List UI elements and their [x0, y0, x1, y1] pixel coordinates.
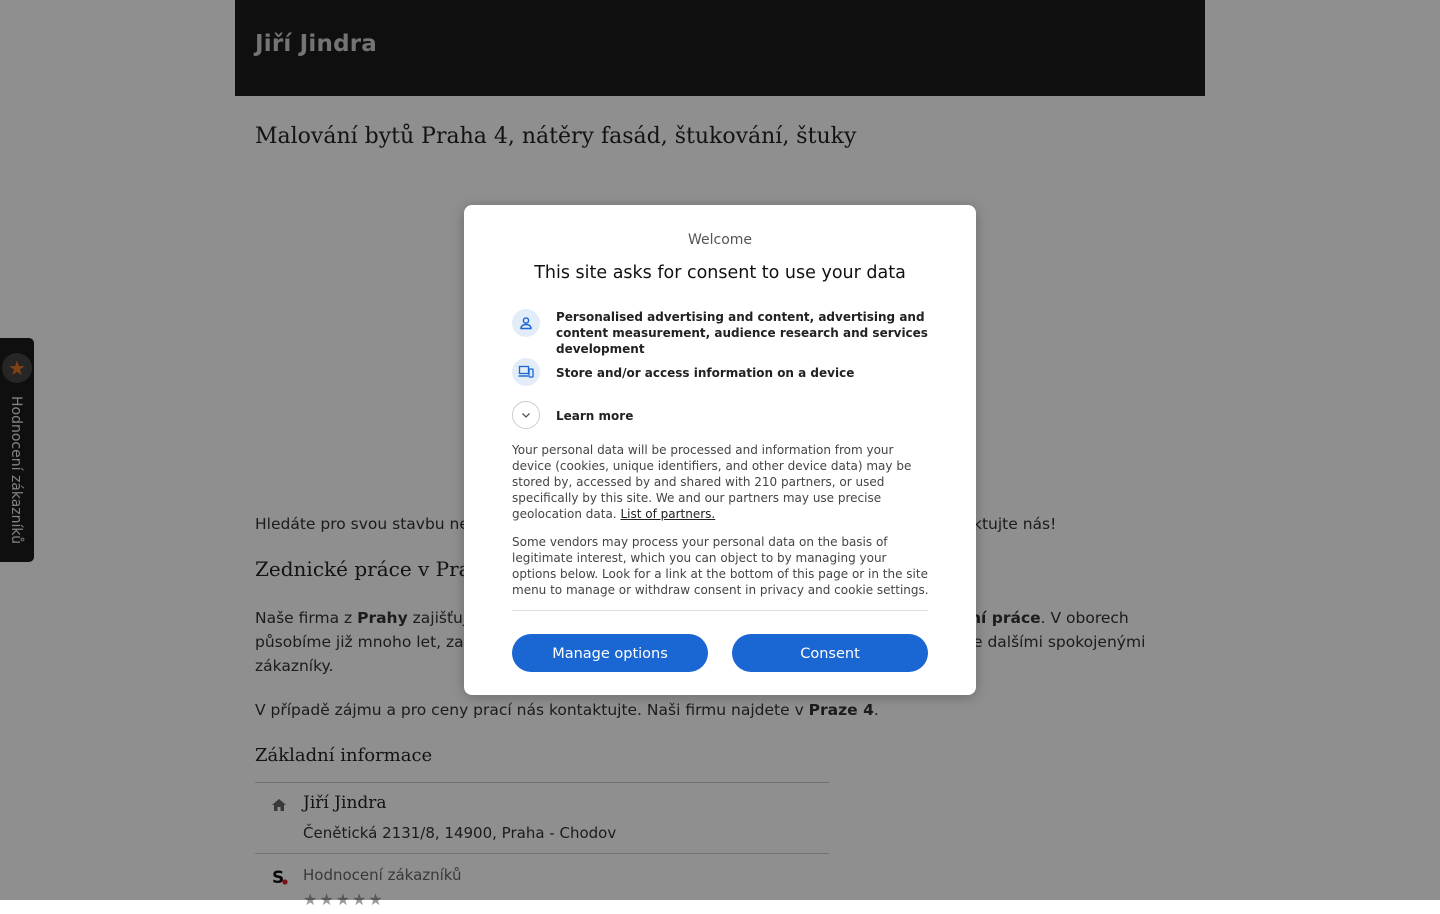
- dialog-title: This site asks for consent to use your d…: [534, 263, 906, 283]
- purpose-text: Store and/or access information on a dev…: [556, 366, 855, 380]
- consent-dialog: Welcome This site asks for consent to us…: [464, 205, 976, 695]
- manage-options-button[interactable]: Manage options: [512, 634, 708, 672]
- consent-button[interactable]: Consent: [732, 634, 928, 672]
- consent-body-text: Your personal data will be processed and…: [512, 442, 930, 522]
- devices-icon: [512, 358, 540, 386]
- dialog-divider: [512, 610, 928, 611]
- person-icon: [512, 309, 540, 337]
- chevron-down-icon[interactable]: [512, 401, 540, 429]
- learn-more-label[interactable]: Learn more: [556, 408, 633, 424]
- list-of-partners-link[interactable]: List of partners.: [620, 507, 715, 521]
- consent-body-2: Some vendors may process your personal d…: [512, 535, 929, 597]
- dialog-welcome: Welcome: [687, 232, 753, 248]
- purpose-text: Personalised advertising and content, ad…: [556, 310, 928, 356]
